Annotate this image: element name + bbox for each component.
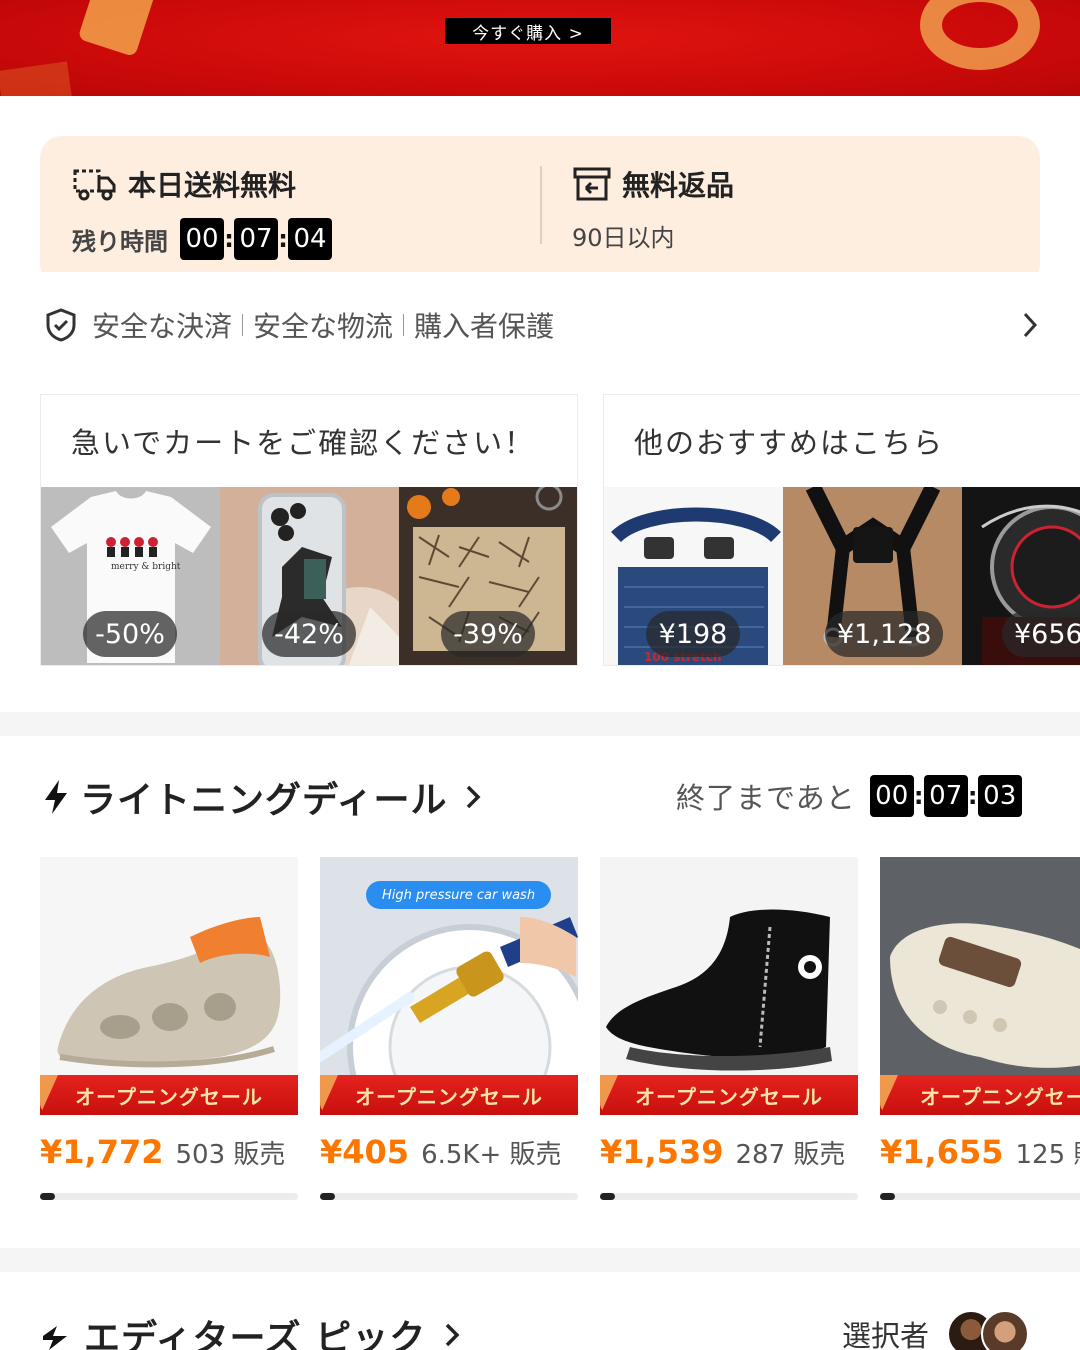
product-thumbnail[interactable]: -42% xyxy=(220,487,399,665)
countdown-separator: : xyxy=(913,782,924,810)
recommendations-title: 他のおすすめはこちら xyxy=(634,426,945,460)
product-thumbnail[interactable]: merry & bright -50% xyxy=(41,487,220,665)
sold-count: 125 販売 xyxy=(1015,1140,1080,1170)
section-gap xyxy=(0,1248,1080,1272)
curators-row[interactable]: 選択者 xyxy=(842,1310,1030,1350)
returns-period: 90日以内 xyxy=(572,224,675,252)
divider xyxy=(242,314,244,336)
progress-fill xyxy=(40,1193,56,1200)
cart-reminder-title: 急いでカートをご確認ください！ xyxy=(71,426,536,460)
ribbon-decoration xyxy=(77,0,163,58)
returns-box-icon xyxy=(573,167,611,201)
lightning-deals-title: ライトニングディール xyxy=(80,780,448,821)
product-thumbnail[interactable]: -39% xyxy=(399,487,577,665)
chevron-right-icon[interactable] xyxy=(1018,310,1042,340)
free-returns-block: 無料返品 90日以内 xyxy=(572,164,734,253)
progress-fill xyxy=(600,1193,616,1200)
promo-banner[interactable]: 今すぐ購入 > xyxy=(0,0,1080,96)
deal-price: ¥1,655 xyxy=(880,1133,1004,1171)
safety-guarantee-row[interactable]: 安全な決済 安全な物流 購入者保護 xyxy=(44,305,554,345)
progress-fill xyxy=(880,1193,896,1200)
curator-label: 選択者 xyxy=(842,1319,930,1350)
countdown-separator: : xyxy=(967,782,978,810)
recommendations-card[interactable]: 他のおすすめはこちら 100 stretch ¥198 ¥1,128 ¥656 xyxy=(603,394,1080,666)
discount-badge: -39% xyxy=(441,611,535,657)
countdown-separator: : xyxy=(278,225,288,253)
sold-count: 287 販売 xyxy=(735,1140,846,1170)
free-returns-title: 無料返品 xyxy=(622,169,735,202)
progress-fill xyxy=(320,1193,336,1200)
feature-overlay-label: High pressure car wash xyxy=(366,881,552,909)
discount-badge: -50% xyxy=(83,611,177,657)
svg-text:merry & bright: merry & bright xyxy=(111,562,181,572)
sales-progress-bar xyxy=(320,1193,578,1200)
deal-image[interactable]: オープニングセール xyxy=(40,857,298,1115)
deal-price: ¥1,772 xyxy=(40,1133,164,1171)
countdown-separator: : xyxy=(224,225,234,253)
product-thumbnail[interactable]: ¥1,128 xyxy=(783,487,962,665)
countdown-hours: 00 xyxy=(869,775,914,817)
editors-pick-header[interactable]: エディターズ ピック xyxy=(40,1310,464,1350)
chevron-right-icon[interactable] xyxy=(440,1320,464,1350)
lightning-bolt-icon xyxy=(45,780,67,814)
countdown-seconds: 04 xyxy=(288,218,332,260)
ribbon-decoration xyxy=(0,61,73,96)
safety-item: 安全な決済 xyxy=(92,310,233,343)
buy-now-button[interactable]: 今すぐ購入 > xyxy=(445,18,611,44)
deal-card[interactable]: オープニングセール ¥1,772 503 販売 xyxy=(40,857,298,1200)
sales-progress-bar xyxy=(880,1193,1080,1200)
shield-check-icon xyxy=(46,308,76,342)
editors-pick-title: エディターズ ピック xyxy=(84,1318,427,1350)
price-badge: ¥656 xyxy=(1002,611,1080,657)
sold-count: 6.5K+ 販売 xyxy=(421,1140,562,1170)
safety-item: 安全な物流 xyxy=(253,310,394,343)
opening-sale-tag: オープニングセール xyxy=(320,1075,578,1115)
countdown-minutes: 07 xyxy=(923,775,968,817)
ribbon-decoration xyxy=(920,0,1040,70)
lightning-deals-header[interactable]: ライトニングディール xyxy=(40,772,485,822)
opening-sale-tag: オープニングセール xyxy=(600,1075,858,1115)
shipping-benefits-card[interactable]: 本日送料無料 残り時間 00 : 07 : 04 無料返品 90日以内 xyxy=(40,136,1040,286)
price-badge: ¥1,128 xyxy=(825,611,944,657)
section-gap xyxy=(0,712,1080,736)
deal-price: ¥405 xyxy=(320,1133,410,1171)
deal-image[interactable]: オープニングセール xyxy=(600,857,858,1115)
editors-pick-icon xyxy=(43,1326,67,1350)
deal-card[interactable]: オープニングセール ¥1,539 287 販売 xyxy=(600,857,858,1200)
price-badge: ¥198 xyxy=(646,611,740,657)
deal-image[interactable]: High pressure car wash オープニングセール xyxy=(320,857,578,1115)
free-shipping-title: 本日送料無料 xyxy=(128,169,297,202)
cart-reminder-card[interactable]: 急いでカートをご確認ください！ merry & bright -50% -42%… xyxy=(40,394,578,666)
divider xyxy=(540,166,542,244)
lightning-deals-timer: 終了まであと 00 : 07 : 03 xyxy=(676,774,1022,818)
countdown-hours: 00 xyxy=(180,218,224,260)
countdown-seconds: 03 xyxy=(977,775,1022,817)
truck-icon xyxy=(73,169,116,201)
remaining-time-label: 残り時間 xyxy=(72,227,168,256)
sales-progress-bar xyxy=(40,1193,298,1200)
product-thumbnail[interactable]: 100 stretch ¥198 xyxy=(604,487,783,665)
product-thumbnail[interactable]: ¥656 xyxy=(962,487,1080,665)
deal-card[interactable]: High pressure car wash オープニングセール ¥405 6.… xyxy=(320,857,578,1200)
deal-card[interactable]: オープニングセール ¥1,655 125 販売 xyxy=(880,857,1080,1200)
discount-badge: -42% xyxy=(262,611,356,657)
avatar[interactable] xyxy=(981,1310,1030,1350)
deal-price: ¥1,539 xyxy=(600,1133,724,1171)
sales-progress-bar xyxy=(600,1193,858,1200)
opening-sale-tag: オープニングセール xyxy=(880,1075,1080,1115)
sold-count: 503 販売 xyxy=(175,1140,286,1170)
deal-image[interactable]: オープニングセール xyxy=(880,857,1080,1115)
countdown-minutes: 07 xyxy=(234,218,278,260)
timer-label: 終了まであと xyxy=(676,781,856,815)
chevron-right-icon[interactable] xyxy=(461,782,485,812)
divider xyxy=(403,314,405,336)
safety-item: 購入者保護 xyxy=(414,310,555,343)
opening-sale-tag: オープニングセール xyxy=(40,1075,298,1115)
free-shipping-block: 本日送料無料 残り時間 00 : 07 : 04 xyxy=(72,164,332,260)
